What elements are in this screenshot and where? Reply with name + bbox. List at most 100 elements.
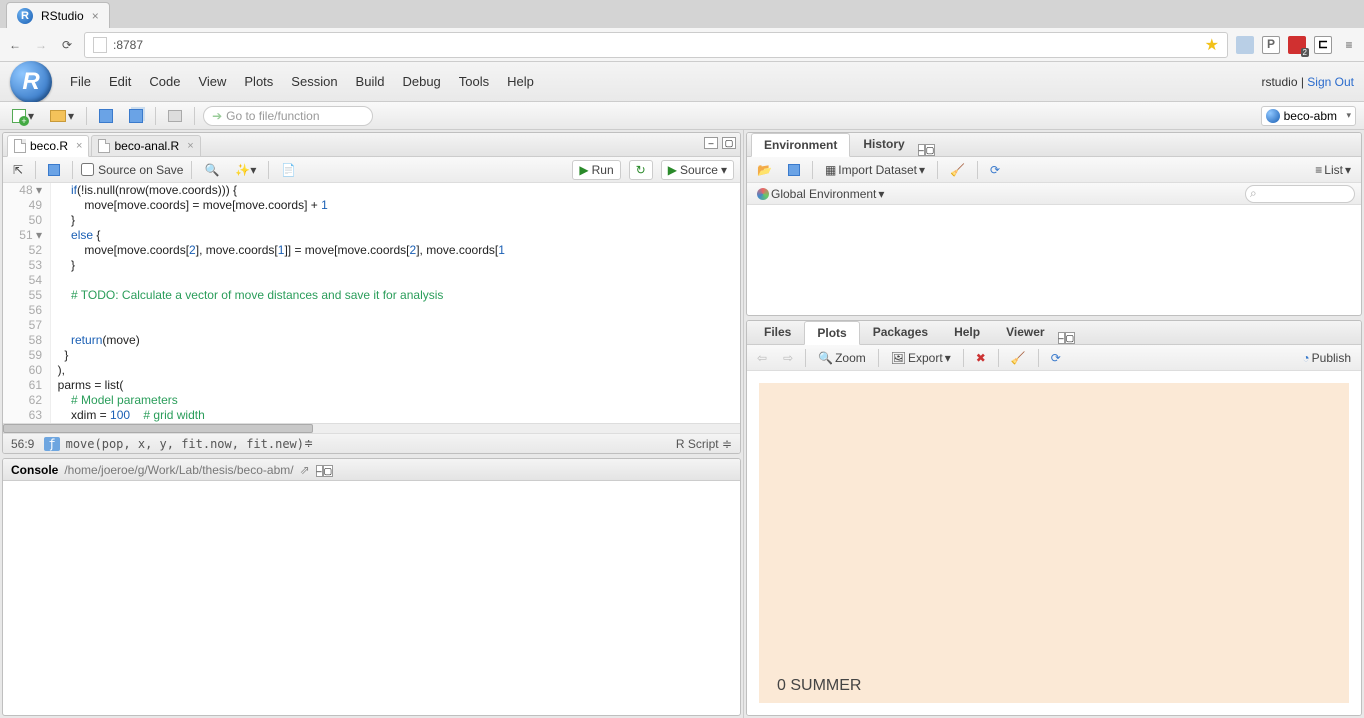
- env-search-input[interactable]: [1245, 185, 1355, 203]
- close-icon[interactable]: ×: [76, 140, 82, 152]
- bookmark-star-icon[interactable]: ★: [1205, 35, 1219, 55]
- save-icon[interactable]: [95, 106, 117, 126]
- plot-prev-icon[interactable]: ⇦: [753, 348, 771, 368]
- console-output[interactable]: [3, 481, 740, 715]
- find-icon[interactable]: 🔍: [200, 160, 223, 180]
- browser-tab-rstudio[interactable]: R RStudio ×: [6, 2, 110, 28]
- import-dataset-button[interactable]: ▦ Import Dataset ▾: [821, 160, 929, 180]
- forward-icon[interactable]: →: [32, 36, 50, 54]
- scope-selector[interactable]: Global Environment ▾: [753, 184, 888, 204]
- goto-arrow-icon: ➔: [212, 109, 222, 123]
- tab-history[interactable]: History: [850, 132, 917, 156]
- username-label: rstudio: [1261, 75, 1297, 89]
- menu-tools[interactable]: Tools: [459, 74, 489, 89]
- goto-placeholder: Go to file/function: [226, 109, 319, 123]
- popout-icon[interactable]: ⇱: [9, 160, 27, 180]
- rstudio-main-toolbar: +▾ ▾ ➔ Go to file/function beco-abm: [0, 102, 1364, 130]
- plot-viewport: 0 SUMMER: [747, 371, 1361, 715]
- maximize-pane-icon[interactable]: ▢: [722, 137, 736, 149]
- export-button[interactable]: 🖼 Export ▾: [887, 348, 955, 368]
- source-tab-label: beco.R: [30, 139, 68, 153]
- page-icon: [93, 37, 107, 53]
- extension-icon-1[interactable]: [1236, 36, 1254, 54]
- function-scope-label[interactable]: move(pop, x, y, fit.now, fit.new): [66, 437, 304, 451]
- console-header: Console /home/joeroe/g/Work/Lab/thesis/b…: [3, 459, 740, 481]
- tab-help[interactable]: Help: [941, 320, 993, 344]
- plot-next-icon[interactable]: ⇨: [779, 348, 797, 368]
- rstudio-favicon: R: [17, 8, 33, 24]
- close-icon[interactable]: ×: [187, 140, 193, 152]
- console-working-dir: /home/joeroe/g/Work/Lab/thesis/beco-abm/: [64, 463, 293, 477]
- signout-link[interactable]: Sign Out: [1307, 75, 1354, 89]
- tab-plots[interactable]: Plots: [804, 321, 859, 345]
- refresh-plot-icon[interactable]: ⟳: [1047, 348, 1065, 368]
- new-file-icon[interactable]: +▾: [8, 106, 38, 126]
- load-workspace-icon[interactable]: 📂: [753, 160, 776, 180]
- menu-build[interactable]: Build: [356, 74, 385, 89]
- url-input[interactable]: :8787 ★: [84, 32, 1228, 58]
- source-button[interactable]: ▶Source ▾: [661, 160, 734, 180]
- save-all-icon[interactable]: [125, 106, 147, 126]
- project-selector[interactable]: beco-abm: [1261, 106, 1356, 126]
- save-icon[interactable]: [44, 160, 64, 180]
- report-icon[interactable]: 📄: [277, 160, 300, 180]
- rerun-button[interactable]: ↻: [629, 160, 653, 180]
- file-type-label[interactable]: R Script ≑: [676, 437, 732, 451]
- editor-hscrollbar[interactable]: [3, 423, 740, 433]
- chrome-menu-icon[interactable]: ≡: [1340, 36, 1358, 54]
- url-text: :8787: [113, 38, 143, 52]
- source-on-save-checkbox[interactable]: Source on Save: [81, 163, 183, 177]
- run-button[interactable]: ▶Run: [572, 160, 620, 180]
- close-tab-icon[interactable]: ×: [92, 9, 99, 23]
- source-tab-beco-anal[interactable]: beco-anal.R ×: [91, 135, 200, 157]
- tab-environment[interactable]: Environment: [751, 133, 850, 157]
- code-editor[interactable]: 48 ▾495051 ▾525354555657585960616263 if(…: [3, 183, 740, 423]
- menu-debug[interactable]: Debug: [402, 74, 440, 89]
- menu-code[interactable]: Code: [149, 74, 180, 89]
- browser-tab-title: RStudio: [41, 9, 84, 23]
- extension-icon-4[interactable]: ⊏: [1314, 36, 1332, 54]
- tab-packages[interactable]: Packages: [860, 320, 941, 344]
- zoom-button[interactable]: 🔍 Zoom: [814, 348, 870, 368]
- env-scope-bar: Global Environment ▾: [747, 183, 1361, 205]
- clear-workspace-icon[interactable]: 🧹: [946, 160, 969, 180]
- maximize-pane-icon[interactable]: ▢: [323, 465, 334, 477]
- publish-button[interactable]: ◔ Publish: [1298, 348, 1355, 368]
- menu-file[interactable]: File: [70, 74, 91, 89]
- wd-popout-icon[interactable]: ⇗: [300, 463, 310, 477]
- open-file-icon[interactable]: ▾: [46, 106, 78, 126]
- view-mode-toggle[interactable]: ≡ List ▾: [1311, 160, 1355, 180]
- wand-icon[interactable]: ✨▾: [231, 160, 260, 180]
- reload-icon[interactable]: ⟳: [58, 36, 76, 54]
- tab-files[interactable]: Files: [751, 320, 804, 344]
- function-scope-icon: ƒ: [44, 437, 59, 451]
- environment-list: [747, 205, 1361, 315]
- menu-plots[interactable]: Plots: [244, 74, 273, 89]
- menu-session[interactable]: Session: [291, 74, 337, 89]
- source-toolbar: ⇱ Source on Save 🔍 ✨▾ 📄 ▶Run ↻ ▶Source ▾: [3, 157, 740, 183]
- refresh-icon[interactable]: ⟳: [986, 160, 1004, 180]
- tab-viewer[interactable]: Viewer: [993, 320, 1057, 344]
- remove-plot-icon[interactable]: ✖: [972, 348, 990, 368]
- minimize-pane-icon[interactable]: –: [316, 465, 323, 477]
- source-tab-beco[interactable]: beco.R ×: [7, 135, 89, 157]
- minimize-pane-icon[interactable]: –: [1058, 332, 1065, 344]
- goto-file-function-input[interactable]: ➔ Go to file/function: [203, 106, 373, 126]
- minimize-pane-icon[interactable]: –: [918, 144, 925, 156]
- browser-tabstrip: R RStudio ×: [0, 0, 1364, 28]
- clear-plots-icon[interactable]: 🧹: [1007, 348, 1030, 368]
- menu-edit[interactable]: Edit: [109, 74, 131, 89]
- save-workspace-icon[interactable]: [784, 160, 804, 180]
- back-icon[interactable]: ←: [6, 36, 24, 54]
- maximize-pane-icon[interactable]: ▢: [1065, 332, 1076, 344]
- menu-help[interactable]: Help: [507, 74, 534, 89]
- env-toolbar: 📂 ▦ Import Dataset ▾ 🧹 ⟳ ≡ List ▾: [747, 157, 1361, 183]
- minimize-pane-icon[interactable]: –: [704, 137, 718, 149]
- source-tabstrip: beco.R × beco-anal.R × –▢: [3, 133, 740, 157]
- print-icon[interactable]: [164, 106, 186, 126]
- maximize-pane-icon[interactable]: ▢: [925, 144, 936, 156]
- extension-icon-p[interactable]: P: [1262, 36, 1280, 54]
- extension-icon-lastpass[interactable]: 2: [1288, 36, 1306, 54]
- rstudio-logo-icon: R: [10, 61, 52, 103]
- menu-view[interactable]: View: [198, 74, 226, 89]
